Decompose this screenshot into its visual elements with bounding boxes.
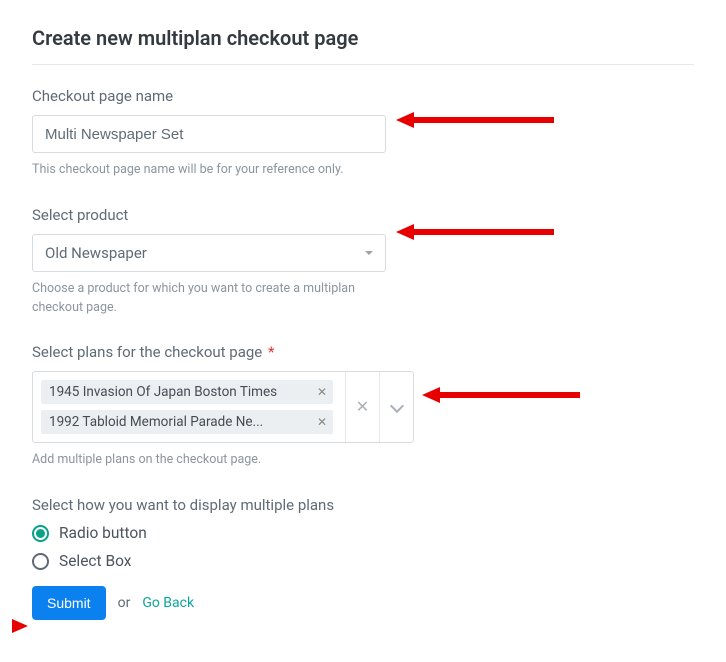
plan-tag: 1992 Tabloid Memorial Parade Ne... ✕ [41,410,333,434]
plan-tag: 1945 Invasion Of Japan Boston Times ✕ [41,380,333,404]
display-label: Select how you want to display multiple … [32,496,694,514]
plans-dropdown-toggle[interactable] [379,372,413,442]
submit-button[interactable]: Submit [32,586,106,620]
plans-multiselect[interactable]: 1945 Invasion Of Japan Boston Times ✕ 19… [32,371,414,443]
plans-clear-all[interactable]: ✕ [345,372,379,442]
field-select-plans: Select plans for the checkout page * 194… [32,343,694,470]
plan-tag-label: 1992 Tabloid Memorial Parade Ne... [49,414,263,430]
product-select[interactable]: Old Newspaper [32,234,386,272]
radio-label: Radio button [59,524,147,542]
product-select-value: Old Newspaper [45,244,147,262]
plan-tag-label: 1945 Invasion Of Japan Boston Times [49,384,277,400]
radio-label: Select Box [59,552,131,570]
caret-down-icon [365,251,373,255]
remove-tag-icon[interactable]: ✕ [317,386,327,398]
field-select-product: Select product Old Newspaper Choose a pr… [32,206,694,318]
radio-icon [32,553,49,570]
checkout-name-label: Checkout page name [32,87,694,105]
form-actions: Submit or Go Back [32,586,694,620]
plans-label-text: Select plans for the checkout page [32,343,262,361]
or-text: or [118,595,131,611]
annotation-arrow-icon [12,619,28,633]
plans-helper: Add multiple plans on the checkout page. [32,451,694,470]
checkout-name-input[interactable] [32,115,386,153]
chevron-down-icon [389,399,403,413]
product-helper: Choose a product for which you want to c… [32,280,392,318]
clear-icon: ✕ [356,399,369,415]
plans-tag-area: 1945 Invasion Of Japan Boston Times ✕ 19… [33,372,345,442]
display-option-select-box[interactable]: Select Box [32,552,694,570]
field-checkout-name: Checkout page name This checkout page na… [32,87,694,180]
radio-icon [32,525,49,542]
display-option-radio-button[interactable]: Radio button [32,524,694,542]
product-label: Select product [32,206,694,224]
checkout-name-helper: This checkout page name will be for your… [32,161,694,180]
field-display-option: Select how you want to display multiple … [32,496,694,570]
divider [32,64,694,65]
remove-tag-icon[interactable]: ✕ [317,416,327,428]
required-asterisk: * [268,343,274,361]
go-back-link[interactable]: Go Back [142,595,194,611]
plans-label: Select plans for the checkout page * [32,343,694,361]
page-title: Create new multiplan checkout page [32,26,694,50]
